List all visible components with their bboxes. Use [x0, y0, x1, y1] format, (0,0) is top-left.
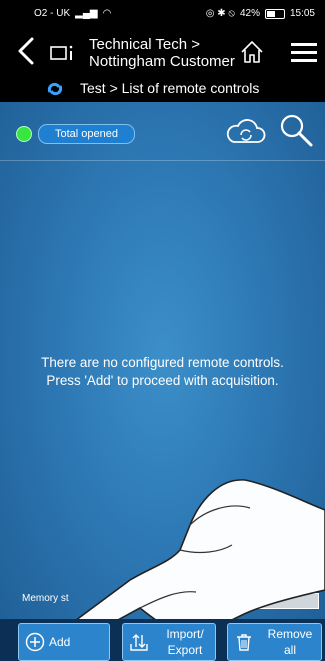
- wifi-icon: ◠: [102, 8, 112, 19]
- memory-value: 250): [120, 593, 141, 604]
- remove-all-label: Remove all: [262, 626, 318, 658]
- signal-icon: ▂▄▆: [75, 8, 98, 19]
- memory-percent: %: [154, 595, 163, 606]
- system-icons: ◎ ✱ ⦸: [205, 8, 235, 19]
- import-export-label: Import/ Export: [157, 626, 213, 658]
- empty-state-message: There are no configured remote controls.…: [0, 354, 325, 390]
- battery-percent: 42%: [239, 8, 260, 19]
- remove-label-line-1: Remove: [267, 627, 313, 641]
- import-export-button[interactable]: Import/ Export: [122, 623, 216, 661]
- breadcrumb-line-1: Technical Tech >: [89, 36, 201, 53]
- import-label-line-2: Export: [167, 643, 203, 657]
- import-export-icon: [130, 634, 148, 651]
- home-icon[interactable]: [240, 40, 264, 64]
- remove-all-button[interactable]: Remove all: [227, 623, 322, 661]
- breadcrumb-line-2: Nottingham Customer: [89, 53, 235, 70]
- empty-line-1: There are no configured remote controls.: [41, 355, 284, 370]
- status-indicator: [16, 126, 32, 142]
- menu-icon[interactable]: [291, 42, 317, 62]
- add-icon: [25, 632, 45, 652]
- sub-breadcrumb: Test > List of remote controls: [80, 80, 260, 96]
- device-icon: [50, 45, 73, 60]
- memory-label: Memory st: [22, 593, 69, 604]
- back-arrow-icon[interactable]: [16, 36, 36, 66]
- empty-line-2: Press 'Add' to proceed with acquisition.: [46, 373, 279, 388]
- status-left: O2 - UK ▂▄▆ ◠: [34, 8, 111, 19]
- breadcrumb: Technical Tech > Nottingham Customer: [89, 36, 235, 70]
- trash-icon: [237, 634, 251, 651]
- screen: O2 - UK ▂▄▆ ◠ ◎ ✱ ⦸ 42% 15:05 Technical …: [0, 0, 325, 661]
- import-label-line-1: Import/: [166, 627, 204, 641]
- main-panel: Total opened There are no configured rem…: [0, 102, 325, 661]
- remove-label-line-2: all: [283, 643, 296, 657]
- sync-cloud-icon[interactable]: [226, 116, 266, 148]
- status-filter-pill[interactable]: Total opened: [38, 124, 135, 144]
- battery-icon: [264, 8, 285, 19]
- clock: 15:05: [289, 8, 315, 19]
- memory-status: Memory st 250) %: [0, 589, 325, 611]
- add-button-label: Add: [49, 635, 71, 649]
- add-button[interactable]: Add: [18, 623, 110, 661]
- status-bar: O2 - UK ▂▄▆ ◠ ◎ ✱ ⦸ 42% 15:05: [0, 0, 325, 28]
- search-icon[interactable]: [278, 112, 314, 148]
- memory-bar: %: [145, 593, 319, 609]
- toolbar: Total opened: [0, 102, 325, 161]
- carrier-label: O2 - UK: [34, 8, 71, 19]
- sub-breadcrumb-bar: Test > List of remote controls: [0, 76, 325, 102]
- action-bar: Add Import/ Export Remove all: [0, 619, 325, 661]
- status-right: ◎ ✱ ⦸ 42% 15:05: [206, 8, 315, 19]
- app-header: Technical Tech > Nottingham Customer: [0, 28, 325, 76]
- link-icon: [47, 82, 63, 96]
